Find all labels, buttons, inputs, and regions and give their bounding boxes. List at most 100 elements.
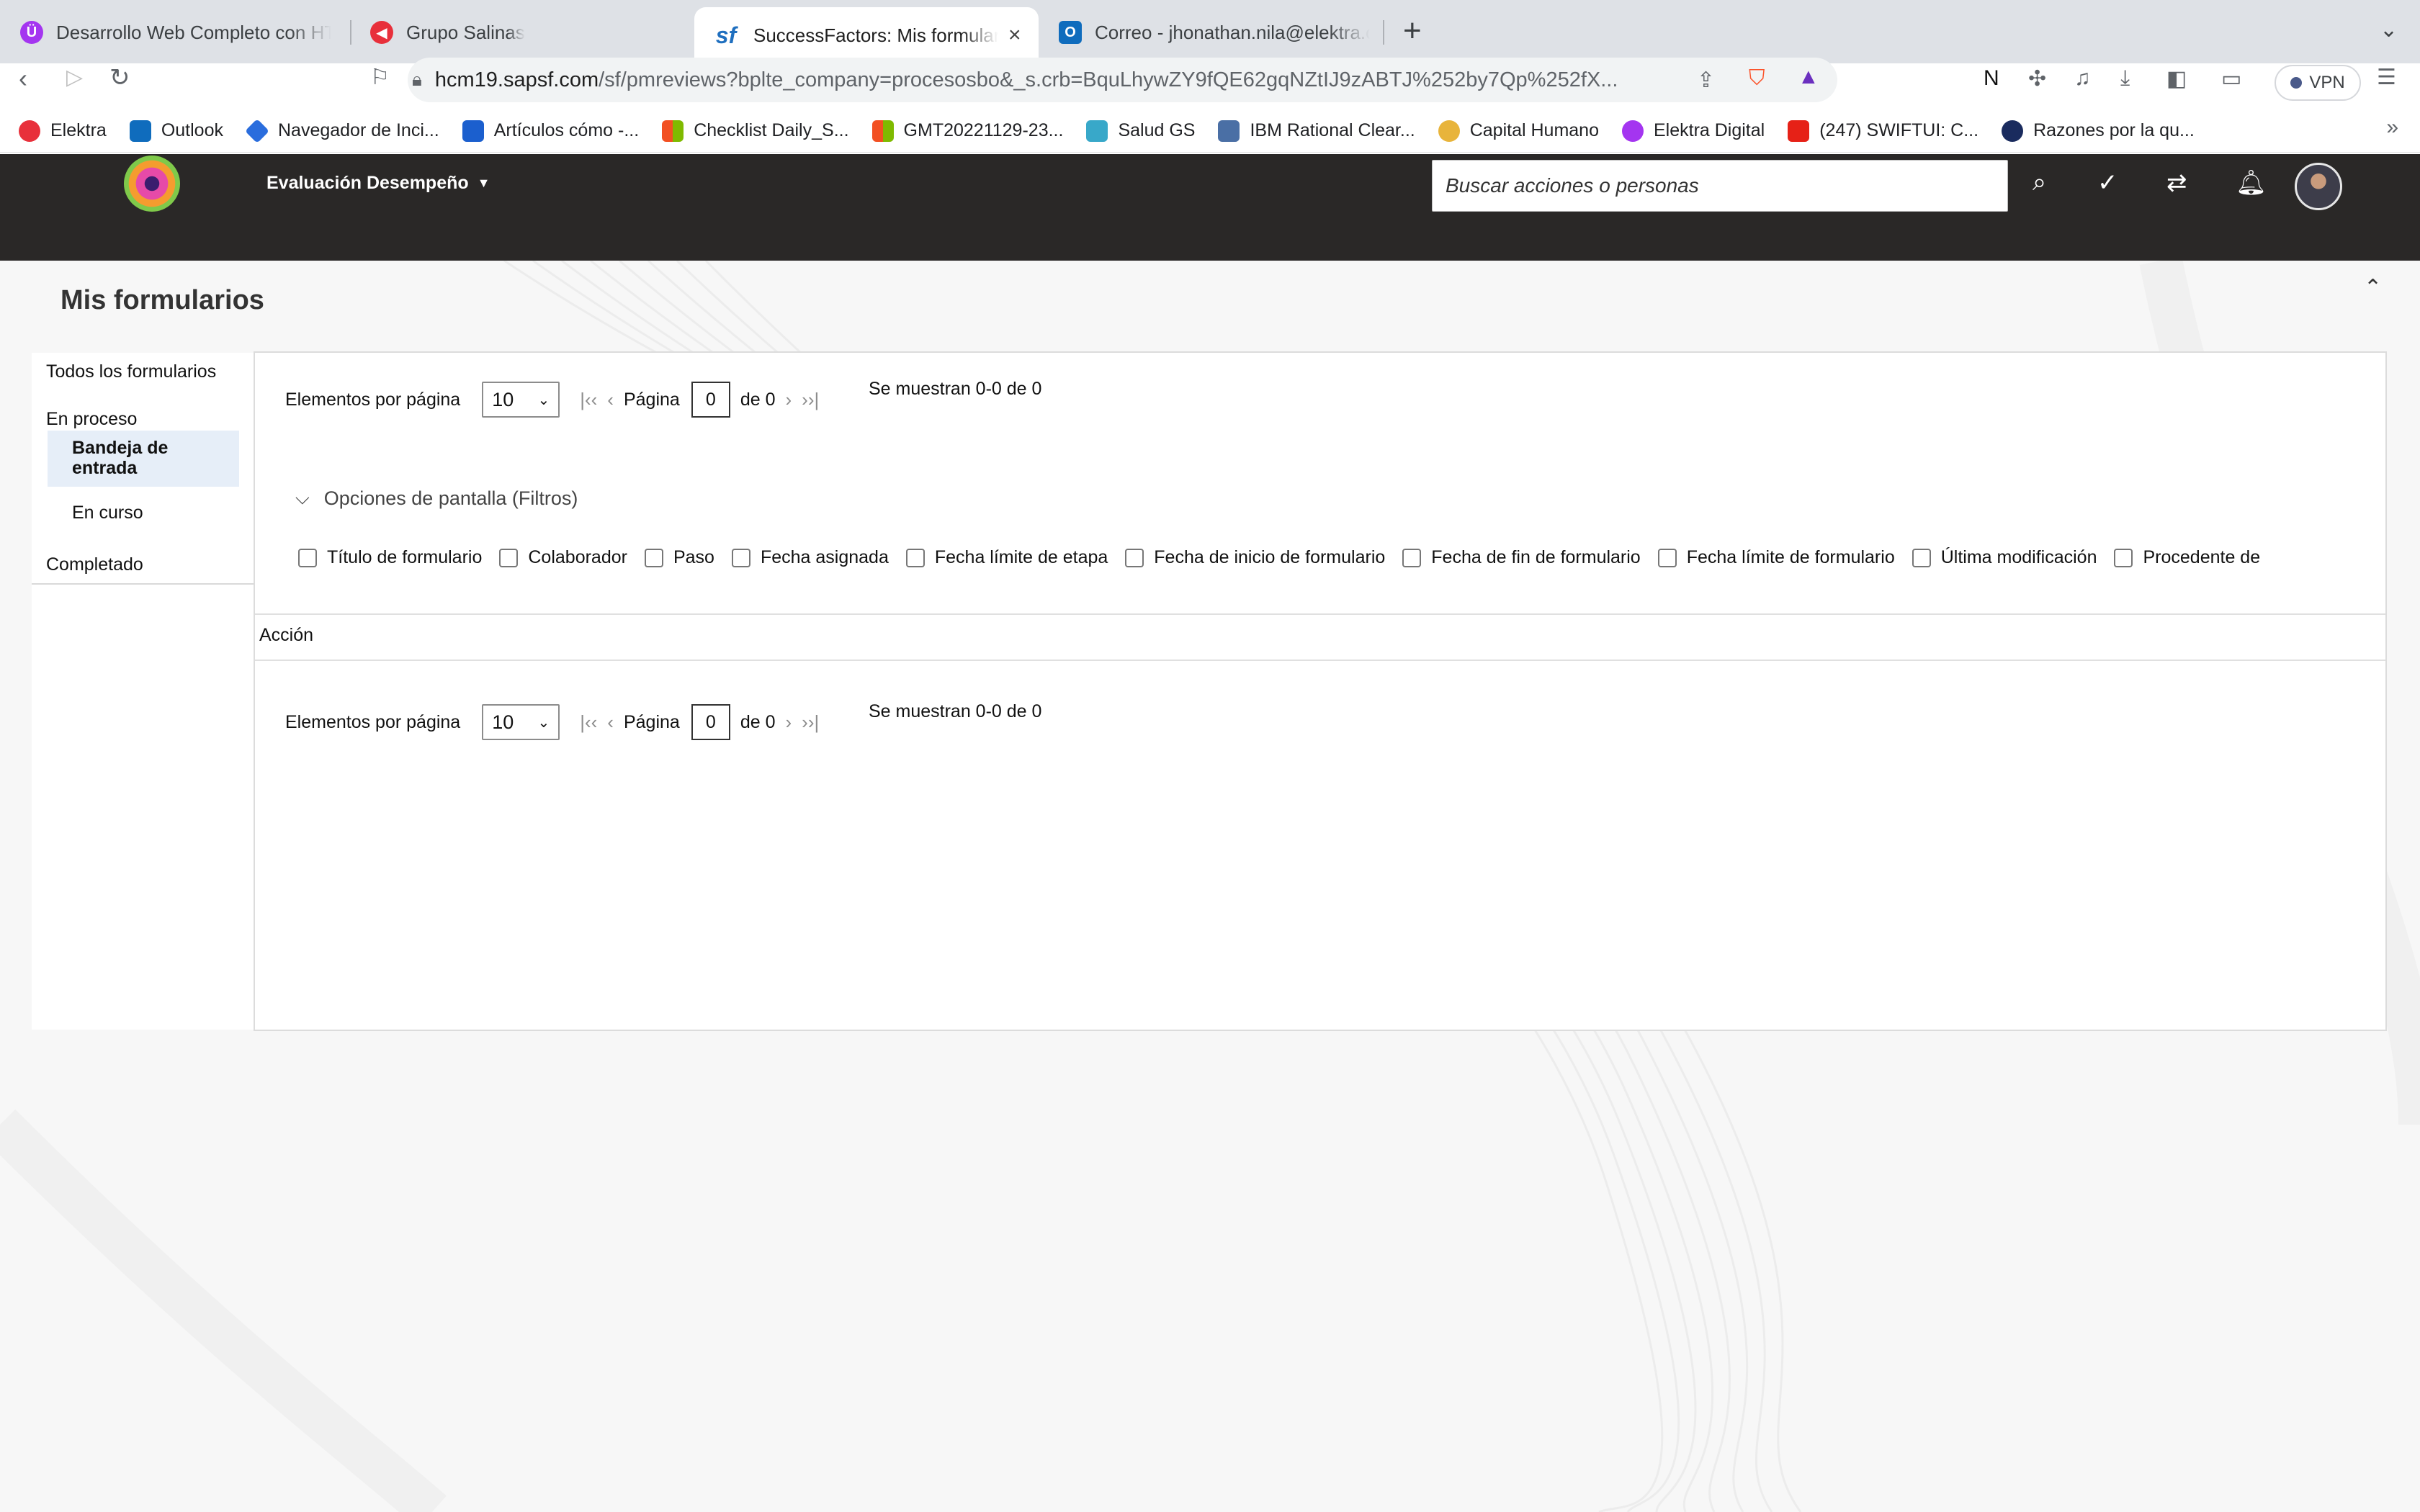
bookmark-item[interactable]: Elektra Digital bbox=[1621, 120, 1765, 142]
bookmark-icon[interactable]: ⚐ bbox=[370, 65, 390, 90]
prev-page-icon[interactable]: ‹ bbox=[607, 389, 614, 411]
prev-page-icon[interactable]: ‹ bbox=[607, 711, 614, 734]
bookmark-item[interactable]: Capital Humano bbox=[1438, 120, 1599, 142]
checkbox[interactable] bbox=[905, 548, 925, 567]
caret-down-icon: ▼ bbox=[477, 176, 490, 190]
url-path: /sf/pmreviews?bplte_company=procesosbo&_… bbox=[599, 68, 1618, 91]
forward-icon[interactable]: ▷ bbox=[66, 65, 83, 90]
last-page-icon[interactable]: ››| bbox=[802, 389, 819, 411]
reload-icon[interactable]: ↻ bbox=[109, 63, 130, 92]
filter-label: Fecha límite de etapa bbox=[934, 547, 1108, 567]
checkbox[interactable] bbox=[1912, 548, 1931, 567]
first-page-icon[interactable]: |‹‹ bbox=[580, 711, 597, 734]
filter-option[interactable]: Colaborador bbox=[499, 547, 627, 568]
filter-label: Colaborador bbox=[528, 547, 627, 567]
extensions-icon[interactable]: ✣ bbox=[2028, 66, 2046, 91]
checkbox[interactable] bbox=[644, 548, 663, 567]
module-label: Evaluación Desempeño bbox=[266, 173, 469, 193]
url-host: hcm19.sapsf.com bbox=[434, 68, 599, 91]
browser-tab-grupo-salinas[interactable]: ◀ Grupo Salinas bbox=[353, 7, 691, 58]
browser-tab-strip: Ü Desarrollo Web Completo con HTML5 ◀ Gr… bbox=[0, 0, 2420, 63]
filter-option[interactable]: Fecha asignada bbox=[731, 547, 889, 568]
next-page-icon[interactable]: › bbox=[786, 389, 792, 411]
company-logo[interactable] bbox=[124, 156, 180, 212]
filter-option[interactable]: Última modificación bbox=[1912, 547, 2097, 568]
confluence-icon bbox=[462, 120, 484, 142]
share-icon[interactable]: ⇪ bbox=[1697, 68, 1715, 93]
sidebar-item-in-progress[interactable]: En curso bbox=[72, 503, 143, 523]
filters-toggle[interactable]: ⌵ Opciones de pantalla (Filtros) bbox=[295, 487, 578, 510]
checkbox[interactable] bbox=[2114, 548, 2133, 567]
filter-option[interactable]: Fecha límite de etapa bbox=[905, 547, 1108, 568]
browser-tab-correo[interactable]: O Correo - jhonathan.nila@elektra.com bbox=[1041, 7, 1387, 58]
bookmark-label: GMT20221129-23... bbox=[903, 120, 1064, 140]
checkbox[interactable] bbox=[298, 548, 317, 567]
tab-search-chevron-icon[interactable]: ⌄ bbox=[2380, 17, 2398, 42]
more-bookmarks-icon[interactable]: » bbox=[2386, 115, 2398, 140]
checkbox[interactable] bbox=[1125, 548, 1144, 567]
capital-humano-icon bbox=[1438, 120, 1460, 142]
sidebar-item-completed[interactable]: Completado bbox=[46, 554, 143, 575]
checkbox[interactable] bbox=[731, 548, 750, 567]
bookmark-item[interactable]: Outlook bbox=[129, 120, 223, 142]
per-page-select[interactable]: 10 ⌄ bbox=[482, 382, 560, 418]
browser-tab-udemy[interactable]: Ü Desarrollo Web Completo con HTML5 bbox=[3, 7, 349, 58]
bookmark-item[interactable]: Checklist Daily_S... bbox=[662, 120, 849, 142]
filter-option[interactable]: Fecha de inicio de formulario bbox=[1125, 547, 1385, 568]
download-icon[interactable]: ⤓ bbox=[2120, 66, 2130, 91]
back-icon[interactable]: ‹ bbox=[19, 63, 27, 94]
sidebar-icon[interactable]: ◧ bbox=[2166, 66, 2187, 91]
filter-option[interactable]: Fecha de fin de formulario bbox=[1402, 547, 1641, 568]
column-header-action[interactable]: Acción bbox=[259, 625, 313, 646]
brave-shield-icon[interactable]: ⛉ bbox=[1749, 66, 1765, 91]
filter-option[interactable]: Título de formulario bbox=[298, 547, 482, 568]
search-icon[interactable]: ⌕ bbox=[2033, 168, 2046, 197]
per-page-select[interactable]: 10 ⌄ bbox=[482, 704, 560, 740]
bookmark-item[interactable]: Razones por la qu... bbox=[2002, 120, 2195, 142]
bookmark-label: Salud GS bbox=[1118, 120, 1196, 140]
results-count: Se muestran 0-0 de 0 bbox=[869, 379, 1042, 399]
browser-tab-successfactors[interactable]: sf SuccessFactors: Mis formularios × bbox=[694, 7, 1039, 63]
menu-icon[interactable]: ☰ bbox=[2377, 65, 2396, 90]
bookmark-item[interactable]: IBM Rational Clear... bbox=[1218, 120, 1415, 142]
address-bar[interactable]: 🔒︎ hcm19.sapsf.com /sf/pmreviews?bplte_c… bbox=[412, 62, 1834, 98]
notification-bell-icon[interactable]: 🔔︎ bbox=[2236, 168, 2267, 197]
bookmark-label: IBM Rational Clear... bbox=[1250, 120, 1415, 140]
sidebar-item-all-forms[interactable]: Todos los formularios bbox=[46, 361, 216, 382]
wallet-icon[interactable]: ▭ bbox=[2221, 66, 2241, 91]
sidebar-item-inbox[interactable]: Bandeja de entrada bbox=[48, 431, 239, 487]
bookmark-item[interactable]: Artículos cómo -... bbox=[462, 120, 639, 142]
filter-option[interactable]: Fecha límite de formulario bbox=[1657, 547, 1895, 568]
last-page-icon[interactable]: ››| bbox=[802, 711, 819, 734]
bookmarks-bar: Elektra Outlook Navegador de Inci... Art… bbox=[0, 109, 2420, 153]
checkbox[interactable] bbox=[1402, 548, 1422, 567]
new-tab-button[interactable]: + bbox=[1403, 13, 1422, 49]
avatar[interactable] bbox=[2295, 163, 2342, 210]
notion-icon[interactable]: N bbox=[1984, 66, 1999, 91]
next-page-icon[interactable]: › bbox=[786, 711, 792, 734]
bookmark-item[interactable]: Salud GS bbox=[1086, 120, 1195, 142]
bookmark-item[interactable]: (247) SWIFTUI: C... bbox=[1788, 120, 1978, 142]
vpn-button[interactable]: VPN bbox=[2275, 65, 2361, 101]
first-page-icon[interactable]: |‹‹ bbox=[580, 389, 597, 411]
media-icon[interactable]: ♫ bbox=[2074, 66, 2091, 91]
proxy-icon[interactable]: ⇄ bbox=[2166, 168, 2187, 197]
close-tab-icon[interactable]: × bbox=[1008, 23, 1021, 48]
youtube-icon bbox=[1788, 120, 1810, 142]
filter-option[interactable]: Procedente de bbox=[2114, 547, 2260, 568]
bookmark-item[interactable]: Navegador de Inci... bbox=[245, 118, 439, 143]
checkbox[interactable] bbox=[1657, 548, 1677, 567]
search-input[interactable] bbox=[1432, 160, 2008, 212]
todo-check-icon[interactable]: ✓ bbox=[2097, 168, 2118, 197]
checkbox[interactable] bbox=[499, 548, 519, 567]
page-number-input[interactable]: 0 bbox=[691, 704, 730, 740]
page-number-input[interactable]: 0 bbox=[691, 382, 730, 418]
collapse-chevron-icon[interactable]: ⌃ bbox=[2364, 275, 2382, 300]
brave-rewards-icon[interactable]: ▲ bbox=[1798, 65, 1819, 89]
sidebar-item-label: Bandeja de entrada bbox=[72, 438, 169, 478]
sidebar-item-in-process[interactable]: En proceso bbox=[46, 409, 137, 430]
filter-option[interactable]: Paso bbox=[644, 547, 714, 568]
module-menu-button[interactable]: Evaluación Desempeño ▼ bbox=[266, 173, 490, 194]
bookmark-item[interactable]: GMT20221129-23... bbox=[871, 120, 1064, 142]
bookmark-item[interactable]: Elektra bbox=[19, 120, 107, 142]
